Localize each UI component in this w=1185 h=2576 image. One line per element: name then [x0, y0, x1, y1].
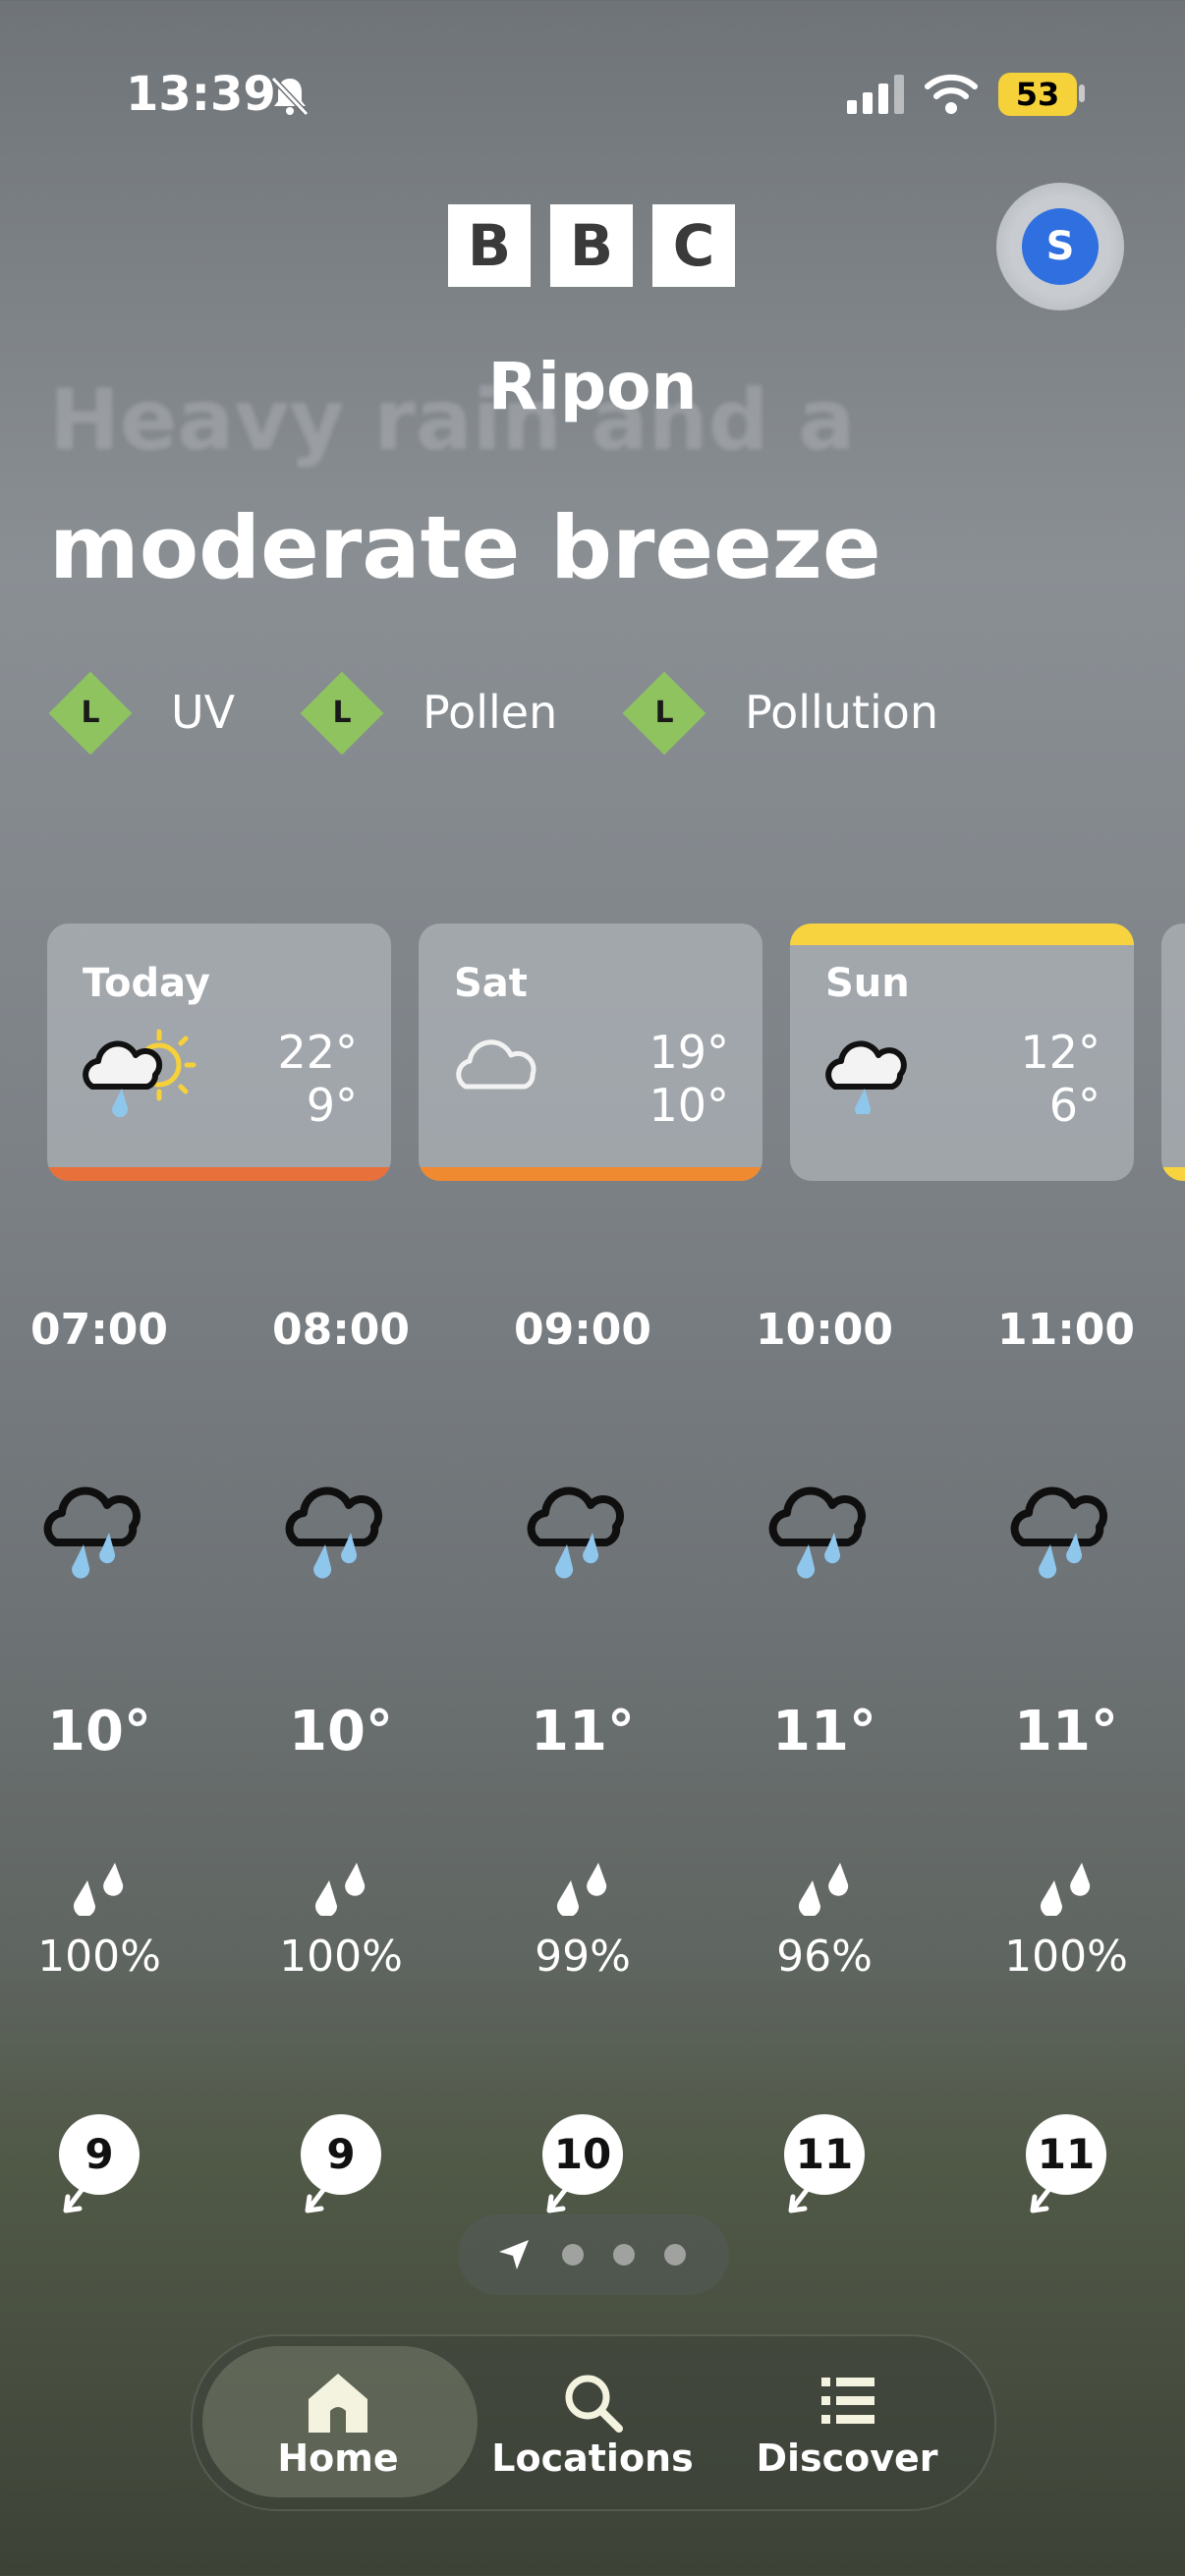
precip-chance: 100% [37, 1932, 161, 1982]
day-low: 9° [306, 1079, 358, 1132]
raindrops-icon [1035, 1857, 1098, 1920]
day-card-next-peek[interactable] [1161, 924, 1185, 1181]
raindrops-icon [551, 1857, 614, 1920]
page-dot [613, 2244, 635, 2266]
hour-temp: 10° [47, 1700, 151, 1764]
precip-chance: 96% [776, 1932, 873, 1982]
tab-label: Locations [491, 2436, 694, 2480]
selected-indicator [790, 924, 1134, 945]
day-temp-bar [47, 1167, 391, 1181]
tab-label: Discover [756, 2436, 938, 2480]
hour-time: 10:00 [755, 1305, 894, 1355]
wind-speed: 9 [301, 2114, 381, 2195]
raindrops-icon [310, 1857, 372, 1920]
day-name: Sat [454, 961, 528, 1006]
hour-temp: 11° [1014, 1700, 1118, 1764]
bell-slash-icon [270, 76, 310, 117]
precip-chance: 100% [1004, 1932, 1128, 1982]
day-low: 6° [1048, 1079, 1100, 1132]
day-low: 10° [649, 1079, 729, 1132]
level-letter: L [332, 696, 352, 730]
raindrops-icon [793, 1857, 856, 1920]
level-letter: L [654, 696, 674, 730]
page-indicator[interactable] [458, 2214, 729, 2295]
hour-time: 11:00 [996, 1305, 1136, 1355]
level-label: UV [171, 686, 236, 739]
day-name: Today [83, 961, 210, 1006]
heavy-rain-icon [40, 1472, 158, 1584]
hour-temp: 11° [772, 1700, 876, 1764]
list-icon [821, 2378, 875, 2424]
hour-temp: 11° [531, 1700, 635, 1764]
bbc-logo-letter-b1: B [448, 204, 531, 287]
wifi-icon [925, 74, 978, 114]
raindrops-icon [68, 1857, 131, 1920]
wind-speed: 10 [542, 2114, 623, 2195]
hour-time: 09:00 [513, 1305, 652, 1355]
day-temp-bar [419, 1167, 762, 1181]
status-time: 13:39 [126, 67, 276, 122]
level-label: Pollution [745, 686, 939, 739]
bbc-logo-letter-b2: B [550, 204, 633, 287]
wind-speed: 9 [59, 2114, 140, 2195]
avatar[interactable]: S [1022, 208, 1099, 285]
cloud-icon [456, 1039, 536, 1090]
heavy-rain-icon [1007, 1472, 1125, 1584]
bbc-logo-letter-c: C [652, 204, 735, 287]
day-card-today[interactable]: Today 22° 9° [47, 924, 391, 1181]
location-arrow-icon [499, 2240, 529, 2269]
heavy-rain-icon [282, 1472, 400, 1584]
precip-chance: 100% [279, 1932, 403, 1982]
battery-icon: 53 [998, 73, 1077, 116]
battery-nub [1079, 84, 1085, 102]
hour-time: 08:00 [271, 1305, 411, 1355]
location-title: Ripon [487, 349, 698, 424]
cloud-rain-icon [825, 1040, 907, 1114]
hour-time: 07:00 [29, 1305, 169, 1355]
heavy-rain-icon [524, 1472, 642, 1584]
precip-chance: 99% [535, 1932, 631, 1982]
cellular-signal-icon [847, 75, 904, 114]
wind-speed: 11 [1026, 2114, 1106, 2195]
day-high: 22° [277, 1026, 358, 1079]
page-dot [562, 2244, 584, 2266]
day-card-sun[interactable]: Sun 12° 6° [790, 924, 1134, 1181]
day-high: 12° [1020, 1026, 1100, 1079]
hour-temp: 10° [289, 1700, 393, 1764]
wind-speed: 11 [784, 2114, 865, 2195]
day-card-sat[interactable]: Sat 19° 10° [419, 924, 762, 1181]
day-high: 19° [649, 1026, 729, 1079]
search-icon [565, 2375, 623, 2433]
day-name: Sun [825, 961, 910, 1006]
sun-cloud-rain-icon [83, 1029, 197, 1118]
level-letter: L [81, 696, 100, 730]
level-label: Pollen [423, 686, 558, 739]
heavy-rain-icon [765, 1472, 883, 1584]
home-icon [309, 2374, 367, 2433]
summary-line-2: moderate breeze [49, 497, 881, 598]
page-dot [664, 2244, 686, 2266]
tab-label: Home [277, 2436, 399, 2480]
